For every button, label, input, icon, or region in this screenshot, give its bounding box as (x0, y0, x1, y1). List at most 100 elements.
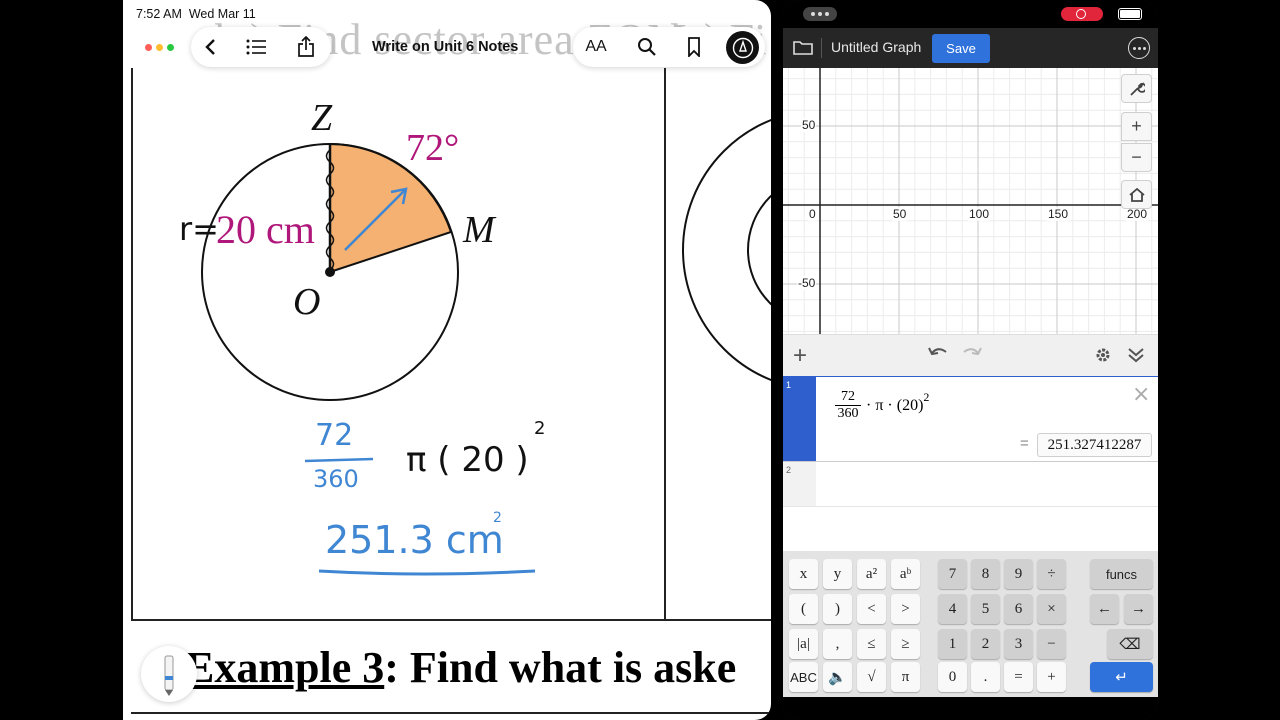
document-title: Write on Unit 6 Notes (372, 39, 519, 55)
save-button[interactable]: Save (932, 34, 990, 63)
zoom-in-icon[interactable]: + (1121, 112, 1152, 141)
label-m: M (463, 209, 495, 251)
expression-row-1[interactable]: 1 72 360 · π · (20) 2 × = 251.327412287 (783, 376, 1158, 462)
x-tick-100: 100 (968, 207, 991, 221)
pen-markup-icon[interactable] (726, 31, 759, 64)
key-row2-1[interactable]: ) (823, 594, 852, 624)
search-icon[interactable] (631, 30, 663, 64)
key-row1-0[interactable]: x (789, 559, 818, 589)
key-row4-4[interactable]: 0 (938, 662, 967, 692)
key-row3-2[interactable]: ≤ (857, 629, 886, 659)
expr-body: · π · (20) (866, 396, 924, 414)
key-row3-0[interactable]: |a| (789, 629, 818, 659)
key-row4-3[interactable]: π (891, 662, 920, 692)
expression-index-2: 2 (783, 462, 816, 506)
pencil-tool-button[interactable] (141, 646, 197, 702)
angle-label: 72° (406, 127, 460, 169)
key-row2-5[interactable]: 5 (971, 594, 1000, 624)
expression-row-2[interactable]: 2 (783, 462, 1158, 507)
header-divider (821, 38, 822, 58)
expr-exponent: 2 (923, 390, 930, 404)
expression-result[interactable]: 251.327412287 (1037, 433, 1152, 457)
text-size-button[interactable]: AA (580, 30, 612, 64)
work-exponent: 2 (534, 418, 546, 439)
window-controls[interactable] (145, 44, 174, 51)
graph-canvas[interactable]: 50 -50 0 50 100 150 200 + − (783, 68, 1158, 334)
work-denominator: 360 (313, 465, 359, 493)
work-answer-exponent: 2 (493, 510, 502, 526)
home-icon[interactable] (1121, 180, 1152, 209)
radius-prefix: r= (179, 210, 219, 248)
key-row1-5[interactable]: 8 (971, 559, 1000, 589)
graph-title[interactable]: Untitled Graph (831, 39, 921, 55)
right-bottom-bar (783, 697, 1158, 720)
folder-icon[interactable] (793, 39, 813, 61)
x-tick-0: 0 (808, 207, 817, 221)
key-row4-1[interactable]: 🔈 (823, 662, 852, 692)
radius-label: 20 cm (216, 207, 315, 252)
key-row1-7[interactable]: ÷ (1037, 559, 1066, 589)
example-rest: : Find what is aske (384, 643, 737, 692)
chevron-left-icon[interactable] (195, 30, 225, 64)
delete-expression-icon[interactable]: × (1132, 382, 1150, 407)
zoom-dot-icon[interactable] (167, 44, 174, 51)
key-row4-2[interactable]: √ (857, 662, 886, 692)
y-tick-neg50: -50 (797, 276, 817, 290)
work-answer: 251.3 cm (325, 518, 504, 562)
expression-input[interactable]: 72 360 · π · (20) 2 (835, 389, 929, 422)
key-row1-1[interactable]: y (823, 559, 852, 589)
key-row4-7[interactable]: + (1037, 662, 1066, 692)
work-pi-expression: π ( 20 ) (406, 440, 529, 480)
right-status-bar (783, 0, 1158, 28)
notes-pane: b.) Find sector area ZOM b.) Fi (123, 0, 771, 720)
key-row1-6[interactable]: 9 (1004, 559, 1033, 589)
key-row3-4[interactable]: 1 (938, 629, 967, 659)
key-row4-0[interactable]: ABC (789, 662, 818, 692)
key-row4-5[interactable]: . (971, 662, 1000, 692)
close-dot-icon[interactable] (145, 44, 152, 51)
key-row1-8[interactable]: funcs (1090, 559, 1153, 589)
list-icon[interactable] (241, 30, 271, 64)
key-row3-5[interactable]: 2 (971, 629, 1000, 659)
desmos-pane: Untitled Graph Save 50 -50 0 50 100 150 … (783, 0, 1158, 720)
key-row4-8[interactable]: ↵ (1090, 662, 1153, 692)
y-tick-50: 50 (801, 118, 817, 132)
key-row2-4[interactable]: 4 (938, 594, 967, 624)
settings-gear-icon[interactable] (1094, 346, 1112, 369)
minimize-dot-icon[interactable] (156, 44, 163, 51)
key-row1-3[interactable]: aᵇ (891, 559, 920, 589)
wrench-icon[interactable] (1121, 74, 1152, 103)
sector-diagram (201, 118, 771, 576)
key-row2-3[interactable]: > (891, 594, 920, 624)
key-row3-6[interactable]: 3 (1004, 629, 1033, 659)
collapse-chevron-icon[interactable] (1127, 346, 1145, 369)
more-options-icon[interactable] (1128, 37, 1150, 59)
key-row3-3[interactable]: ≥ (891, 629, 920, 659)
key-row2-6[interactable]: 6 (1004, 594, 1033, 624)
document-page[interactable]: b.) Find sector area ZOM b.) Fi (123, 0, 771, 720)
key-row4-6[interactable]: = (1004, 662, 1033, 692)
key-row1-4[interactable]: 7 (938, 559, 967, 589)
expression-toolbar: + (783, 334, 1158, 376)
status-clock: 7:52 AM (136, 7, 182, 21)
key-row3-8[interactable]: ⌫ (1107, 629, 1153, 659)
multitask-dots-icon[interactable] (803, 7, 837, 21)
key-row2-7[interactable]: × (1037, 594, 1066, 624)
key-row2-0[interactable]: ( (789, 594, 818, 624)
label-z: Z (311, 97, 333, 139)
key-row3-7[interactable]: − (1037, 629, 1066, 659)
key-row2-9[interactable]: → (1124, 594, 1153, 624)
add-expression-icon[interactable]: + (793, 342, 807, 370)
key-row3-1[interactable]: , (823, 629, 852, 659)
key-row2-8[interactable]: ← (1090, 594, 1119, 624)
undo-icon[interactable] (927, 344, 949, 365)
key-row1-2[interactable]: a² (857, 559, 886, 589)
key-row2-2[interactable]: < (857, 594, 886, 624)
redo-icon[interactable] (961, 344, 983, 365)
zoom-out-icon[interactable]: − (1121, 143, 1152, 172)
math-keypad: x y a² aᵇ 7 8 9 ÷ funcs () < >4 5 6 × ← → |a|, ≤ ≥1 2 3− ⌫ ABC 🔈… (783, 551, 1158, 697)
x-tick-150: 150 (1047, 207, 1070, 221)
share-icon[interactable] (291, 30, 321, 64)
bookmark-icon[interactable] (678, 30, 710, 64)
example-heading: Example 3: Find what is aske (185, 642, 736, 693)
